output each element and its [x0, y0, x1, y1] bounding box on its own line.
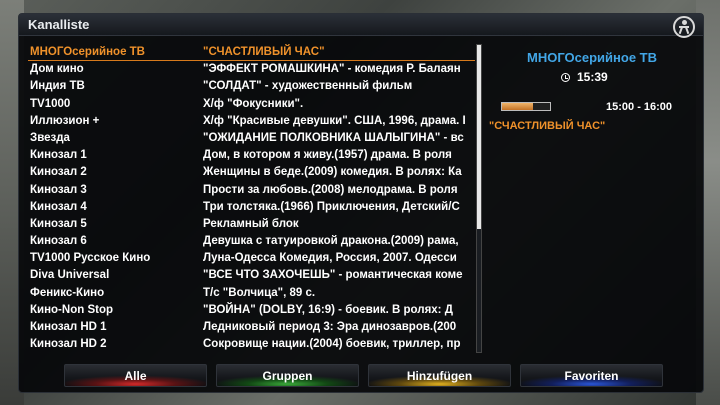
- channel-current-event: "ВОЙНА" (DOLBY, 16:9) - боевик. В ролях:…: [203, 303, 453, 316]
- channel-current-event: Луна-Одесса Комедия, Россия, 2007. Одесс…: [203, 252, 457, 265]
- channel-row[interactable]: Феникс-Кино Т/с "Волчица", 89 с.: [28, 285, 475, 302]
- yellow-button-label: Hinzufügen: [406, 369, 473, 383]
- channel-row[interactable]: Звезда "ОЖИДАНИЕ ПОЛКОВНИКА ШАЛЫГИНА" - в…: [28, 130, 475, 147]
- channel-current-event: "ЭФФЕКТ РОМАШКИНА" - комедия Р. Балаян: [203, 63, 461, 76]
- channel-name: Феникс-Кино: [30, 286, 105, 299]
- channel-current-event: "ВСЕ ЧТО ЗАХОЧЕШЬ" - романтическая коме: [203, 269, 463, 282]
- channel-current-event: Х/ф "Фокусники".: [203, 97, 304, 110]
- channel-row[interactable]: Diva Universal "ВСЕ ЧТО ЗАХОЧЕШЬ" - роман…: [28, 267, 475, 284]
- channel-name: Кинозал 4: [30, 200, 87, 213]
- channel-row[interactable]: МНОГОсерийное ТВ "СЧАСТЛИВЫЙ ЧАС": [28, 44, 475, 62]
- channel-name: МНОГОсерийное ТВ: [30, 46, 145, 58]
- blue-button-favoriten[interactable]: Favoriten: [520, 364, 663, 387]
- channel-row[interactable]: TV1000 Х/ф "Фокусники".: [28, 96, 475, 113]
- channel-row[interactable]: Кинозал 1 Дом, в котором я живу.(1957) др…: [28, 147, 475, 164]
- event-progress-bar: [501, 102, 551, 111]
- channel-name: Звезда: [30, 131, 70, 144]
- channel-current-event: Женщины в беде.(2009) комедия. В ролях: …: [203, 166, 462, 179]
- channel-current-event: "СОЛДАТ" - художественный фильм: [203, 80, 413, 93]
- channel-row[interactable]: Кинозал 3 Прости за любовь.(2008) мелодра…: [28, 182, 475, 199]
- green-button-label: Gruppen: [262, 369, 313, 383]
- channel-name: Кинозал 1: [30, 149, 87, 162]
- info-event-title: "СЧАСТЛИВЫЙ ЧАС": [489, 120, 606, 132]
- channel-name: Кинозал 2: [30, 166, 87, 179]
- accessibility-logo-icon: [673, 16, 695, 38]
- channel-current-event: "СЧАСТЛИВЫЙ ЧАС": [203, 46, 325, 58]
- channel-name: Дом кино: [30, 63, 84, 76]
- yellow-button-hinzufuegen[interactable]: Hinzufügen: [368, 364, 511, 387]
- channel-name: Diva Universal: [30, 269, 110, 282]
- channel-name: Кинозал 6: [30, 235, 87, 248]
- channel-list-window: Kanalliste МНОГОсерийное ТВ "СЧАСТЛИВЫЙ Ч…: [18, 13, 704, 393]
- channel-current-event: Сокровище нации.(2004) боевик, триллер, …: [203, 338, 461, 351]
- channel-list-scrollbar[interactable]: [476, 44, 482, 353]
- channel-name: Кинозал 3: [30, 183, 87, 196]
- channel-current-event: Три толстяка.(1966) Приключения, Детский…: [203, 200, 460, 213]
- channel-row[interactable]: Индия ТВ "СОЛДАТ" - художественный фильм: [28, 78, 475, 95]
- channel-row[interactable]: Кинозал 5 Рекламный блок: [28, 216, 475, 233]
- channel-row[interactable]: Кинозал 2 Женщины в беде.(2009) комедия. …: [28, 164, 475, 181]
- channel-current-event: Прости за любовь.(2008) мелодрама. В рол…: [203, 183, 458, 196]
- event-info-panel: МНОГОсерийное ТВ 15:39 15:00 - 16:00 "СЧ…: [487, 50, 697, 170]
- channel-current-event: Х/ф "Красивые девушки". США, 1996, драма…: [203, 114, 466, 127]
- window-title: Kanalliste: [28, 17, 90, 32]
- channel-row[interactable]: Кинозал 6 Девушка с татуировкой дракона.(…: [28, 233, 475, 250]
- channel-name: Индия ТВ: [30, 80, 85, 93]
- channel-current-event: Ледниковый период 3: Эра динозавров.(200: [203, 321, 457, 333]
- window-titlebar: Kanalliste: [19, 14, 703, 38]
- event-progress-fill: [502, 103, 534, 110]
- green-button-gruppen[interactable]: Gruppen: [216, 364, 359, 387]
- channel-row[interactable]: Иллюзион + Х/ф "Красивые девушки". США, 1…: [28, 113, 475, 130]
- channel-current-event: Дом, в котором я живу.(1957) драма. В ро…: [203, 149, 452, 162]
- channel-row[interactable]: Кино-Non Stop "ВОЙНА" (DOLBY, 16:9) - бое…: [28, 302, 475, 319]
- channel-row[interactable]: Кинозал HD 2 Сокровище нации.(2004) боеви…: [28, 336, 475, 353]
- channel-row[interactable]: Кинозал 4 Три толстяка.(1966) Приключения…: [28, 199, 475, 216]
- channel-row[interactable]: Дом кино "ЭФФЕКТ РОМАШКИНА" - комедия Р. …: [28, 61, 475, 78]
- channel-name: Кинозал 5: [30, 217, 87, 230]
- channel-row[interactable]: Кинозал HD 1 Ледниковый период 3: Эра дин…: [28, 319, 475, 336]
- channel-name: Иллюзион +: [30, 114, 100, 127]
- channel-name: TV1000 Русское Кино: [30, 252, 151, 265]
- channel-name: Кинозал HD 1: [30, 321, 107, 333]
- channel-current-event: Т/с "Волчица", 89 с.: [203, 286, 316, 299]
- channel-list[interactable]: МНОГОсерийное ТВ "СЧАСТЛИВЫЙ ЧАС" Дом кино…: [28, 44, 475, 353]
- red-button-label: Alle: [124, 369, 147, 383]
- channel-name: Кино-Non Stop: [30, 303, 113, 316]
- channel-name: TV1000: [30, 97, 71, 110]
- blue-button-label: Favoriten: [564, 369, 619, 383]
- channel-current-event: Рекламный блок: [203, 217, 299, 230]
- channel-row[interactable]: TV1000 Русское Кино Луна-Одесса Комедия, …: [28, 250, 475, 267]
- red-button-alle[interactable]: Alle: [64, 364, 207, 387]
- channel-name: Кинозал HD 2: [30, 338, 107, 351]
- channel-current-event: Девушка с татуировкой дракона.(2009) рам…: [203, 235, 459, 248]
- channel-current-event: "ОЖИДАНИЕ ПОЛКОВНИКА ШАЛЫГИНА" - вс: [203, 131, 464, 144]
- clock-time: 15:39: [577, 70, 608, 84]
- scrollbar-thumb[interactable]: [477, 45, 481, 230]
- event-time-range: 15:00 - 16:00: [606, 101, 673, 113]
- clock-icon: [561, 73, 570, 82]
- info-channel-name: МНОГОсерийное ТВ: [527, 50, 657, 65]
